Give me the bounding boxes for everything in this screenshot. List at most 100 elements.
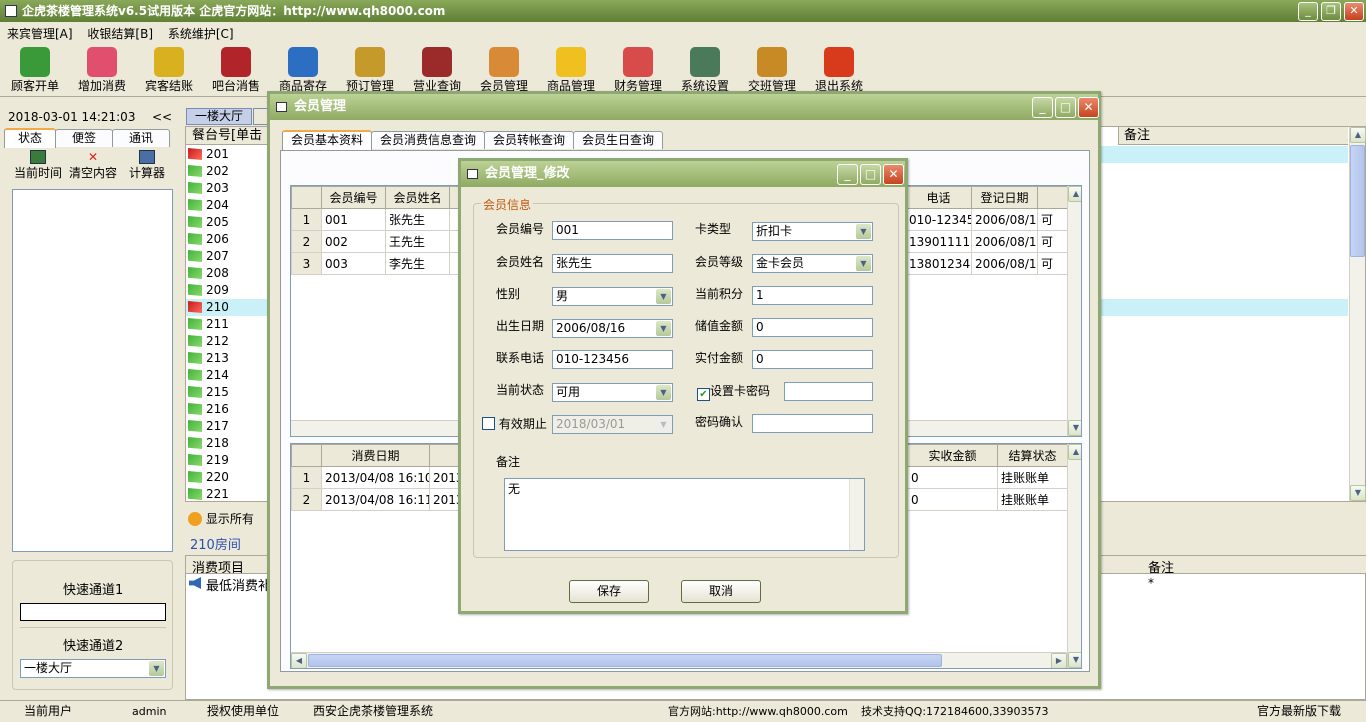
table-item[interactable]: 219 bbox=[186, 452, 274, 469]
tab-member-birthday[interactable]: 会员生日查询 bbox=[573, 131, 664, 149]
table-item[interactable]: 215 bbox=[186, 384, 274, 401]
stored-amount-input[interactable]: 0 bbox=[752, 318, 873, 337]
col-settle-status[interactable]: 结算状态 bbox=[997, 444, 1068, 467]
table-item[interactable]: 205 bbox=[186, 214, 274, 231]
scroll-up-icon[interactable]: ▲ bbox=[1350, 127, 1366, 143]
scroll-down-icon[interactable]: ▼ bbox=[1068, 420, 1081, 436]
table-item[interactable]: 213 bbox=[186, 350, 274, 367]
expiry-checkbox[interactable]: 有效期止 bbox=[482, 415, 547, 432]
tab-member-transfer[interactable]: 会员转帐查询 bbox=[484, 131, 575, 149]
status-download[interactable]: 官方最新版下载 bbox=[1257, 701, 1341, 722]
scroll-left-icon[interactable]: ◀ bbox=[291, 653, 307, 668]
toolbar-button-clock[interactable]: 预订管理 bbox=[335, 47, 405, 95]
col-member-id[interactable]: 会员编号 bbox=[321, 186, 386, 209]
toolbar-button-settings-book[interactable]: 系统设置 bbox=[670, 47, 740, 95]
checkbox-unchecked[interactable] bbox=[482, 417, 495, 430]
restore-button[interactable]: ❐ bbox=[1321, 2, 1341, 21]
gender-select[interactable]: 男 ▼ bbox=[552, 287, 673, 306]
tab-member-basic[interactable]: 会员基本资料 bbox=[282, 130, 373, 150]
cancel-button[interactable]: 取消 bbox=[681, 580, 761, 603]
confirm-password-input[interactable] bbox=[752, 414, 873, 433]
table-item[interactable]: 207 bbox=[186, 248, 274, 265]
toolbar-button-star[interactable]: 商品管理 bbox=[536, 47, 606, 95]
member-grid-vscroll[interactable]: ▲ ▼ bbox=[1067, 186, 1081, 436]
toolbar-button-teacup[interactable]: 顾客开单 bbox=[0, 47, 70, 95]
tab-notes[interactable]: 便签 bbox=[55, 129, 113, 147]
clear-content-button[interactable]: ✕ 清空内容 bbox=[68, 150, 118, 181]
quick2-select[interactable]: 一楼大厅 ▼ bbox=[20, 659, 166, 678]
set-password-checkbox[interactable]: ✔ 设置卡密码 bbox=[697, 382, 770, 401]
current-time-button[interactable]: 当前时间 bbox=[10, 150, 66, 181]
paid-amount-input[interactable]: 0 bbox=[752, 350, 873, 369]
state-select[interactable]: 可用 ▼ bbox=[552, 383, 673, 402]
table-item[interactable]: 203 bbox=[186, 180, 274, 197]
birth-date-picker[interactable]: 2006/08/16 ▼ bbox=[552, 319, 673, 338]
table-item[interactable]: 202 bbox=[186, 163, 274, 180]
expiry-date-picker[interactable]: 2018/03/01 ▼ bbox=[552, 415, 673, 434]
history-grid-hscroll[interactable]: ◀ ▶ bbox=[291, 652, 1067, 668]
collapse-button[interactable]: << bbox=[152, 110, 172, 124]
right-grid-scrollbar[interactable]: ▲ ▼ bbox=[1349, 127, 1366, 501]
col-member-name[interactable]: 会员姓名 bbox=[385, 186, 450, 209]
toolbar-button-checkout-arrow[interactable]: 宾客结账 bbox=[134, 47, 204, 95]
edit-minimize-button[interactable]: _ bbox=[837, 164, 858, 185]
tab-member-consume[interactable]: 会员消费信息查询 bbox=[371, 131, 486, 149]
toolbar-button-exit-door[interactable]: 交班管理 bbox=[737, 47, 807, 95]
member-minimize-button[interactable]: _ bbox=[1032, 97, 1053, 118]
close-button[interactable]: ✕ bbox=[1344, 2, 1364, 21]
floor-tab[interactable]: 一楼大厅 bbox=[186, 108, 252, 125]
table-item[interactable]: 216 bbox=[186, 401, 274, 418]
col-consume-date[interactable]: 消费日期 bbox=[321, 444, 430, 467]
table-item[interactable]: 209 bbox=[186, 282, 274, 299]
scroll-down-icon[interactable]: ▼ bbox=[1350, 485, 1366, 501]
col-reg-date[interactable]: 登记日期 bbox=[971, 186, 1038, 209]
edit-close-button[interactable]: ✕ bbox=[883, 164, 904, 185]
history-grid-vscroll[interactable]: ▲ ▼ bbox=[1067, 444, 1081, 668]
table-item[interactable]: 220 bbox=[186, 469, 274, 486]
toolbar-button-power[interactable]: 退出系统 bbox=[804, 47, 874, 95]
table-item[interactable]: 211 bbox=[186, 316, 274, 333]
calculator-button[interactable]: 计算器 bbox=[122, 150, 172, 181]
scroll-up-icon[interactable]: ▲ bbox=[1068, 444, 1081, 460]
table-item[interactable]: 218 bbox=[186, 435, 274, 452]
scroll-down-icon[interactable]: ▼ bbox=[1068, 652, 1081, 668]
table-item[interactable]: 214 bbox=[186, 367, 274, 384]
col-paid-amount[interactable]: 实收金额 bbox=[907, 444, 998, 467]
card-password-input[interactable] bbox=[784, 382, 873, 401]
toolbar-button-finance[interactable]: 财务管理 bbox=[603, 47, 673, 95]
toolbar-button-calendar-search[interactable]: 营业查询 bbox=[402, 47, 472, 95]
table-item[interactable]: 217 bbox=[186, 418, 274, 435]
toolbar-button-bar-sales[interactable]: 吧台消售 bbox=[201, 47, 271, 95]
show-all-button[interactable]: 显示所有 bbox=[188, 510, 254, 528]
consume-item[interactable]: 最低消费补 bbox=[206, 575, 271, 594]
table-item[interactable]: 201 bbox=[186, 146, 274, 163]
table-item[interactable]: 204 bbox=[186, 197, 274, 214]
remark-scrollbar[interactable] bbox=[849, 479, 864, 550]
table-item[interactable]: 221 bbox=[186, 486, 274, 501]
col-phone[interactable]: 电话 bbox=[905, 186, 972, 209]
level-select[interactable]: 金卡会员 ▼ bbox=[752, 254, 873, 273]
menu-checkout[interactable]: 收银结算[B] bbox=[87, 27, 153, 41]
toolbar-button-members[interactable]: 会员管理 bbox=[469, 47, 539, 95]
phone-input[interactable]: 010-123456 bbox=[552, 350, 673, 369]
points-input[interactable]: 1 bbox=[752, 286, 873, 305]
notes-area[interactable] bbox=[12, 189, 173, 552]
table-item[interactable]: 212 bbox=[186, 333, 274, 350]
scroll-up-icon[interactable]: ▲ bbox=[1068, 186, 1081, 202]
edit-maximize-button[interactable]: □ bbox=[860, 164, 881, 185]
member-id-input[interactable]: 001 bbox=[552, 221, 673, 240]
table-item[interactable]: 206 bbox=[186, 231, 274, 248]
remark-textarea[interactable]: 无 bbox=[504, 478, 865, 551]
menu-system[interactable]: 系统维护[C] bbox=[168, 27, 234, 41]
table-item[interactable]: 210 bbox=[186, 299, 274, 316]
status-website[interactable]: 官方网站:http://www.qh8000.com bbox=[668, 701, 848, 722]
table-item[interactable]: 208 bbox=[186, 265, 274, 282]
save-button[interactable]: 保存 bbox=[569, 580, 649, 603]
card-type-select[interactable]: 折扣卡 ▼ bbox=[752, 222, 873, 241]
toolbar-button-add-consumption[interactable]: 增加消费 bbox=[67, 47, 137, 95]
member-name-input[interactable]: 张先生 bbox=[552, 254, 673, 273]
h-scroll-thumb[interactable] bbox=[308, 654, 942, 667]
checkbox-checked[interactable]: ✔ bbox=[697, 388, 710, 401]
tab-status[interactable]: 状态 bbox=[4, 128, 56, 148]
member-close-button[interactable]: ✕ bbox=[1078, 97, 1099, 118]
